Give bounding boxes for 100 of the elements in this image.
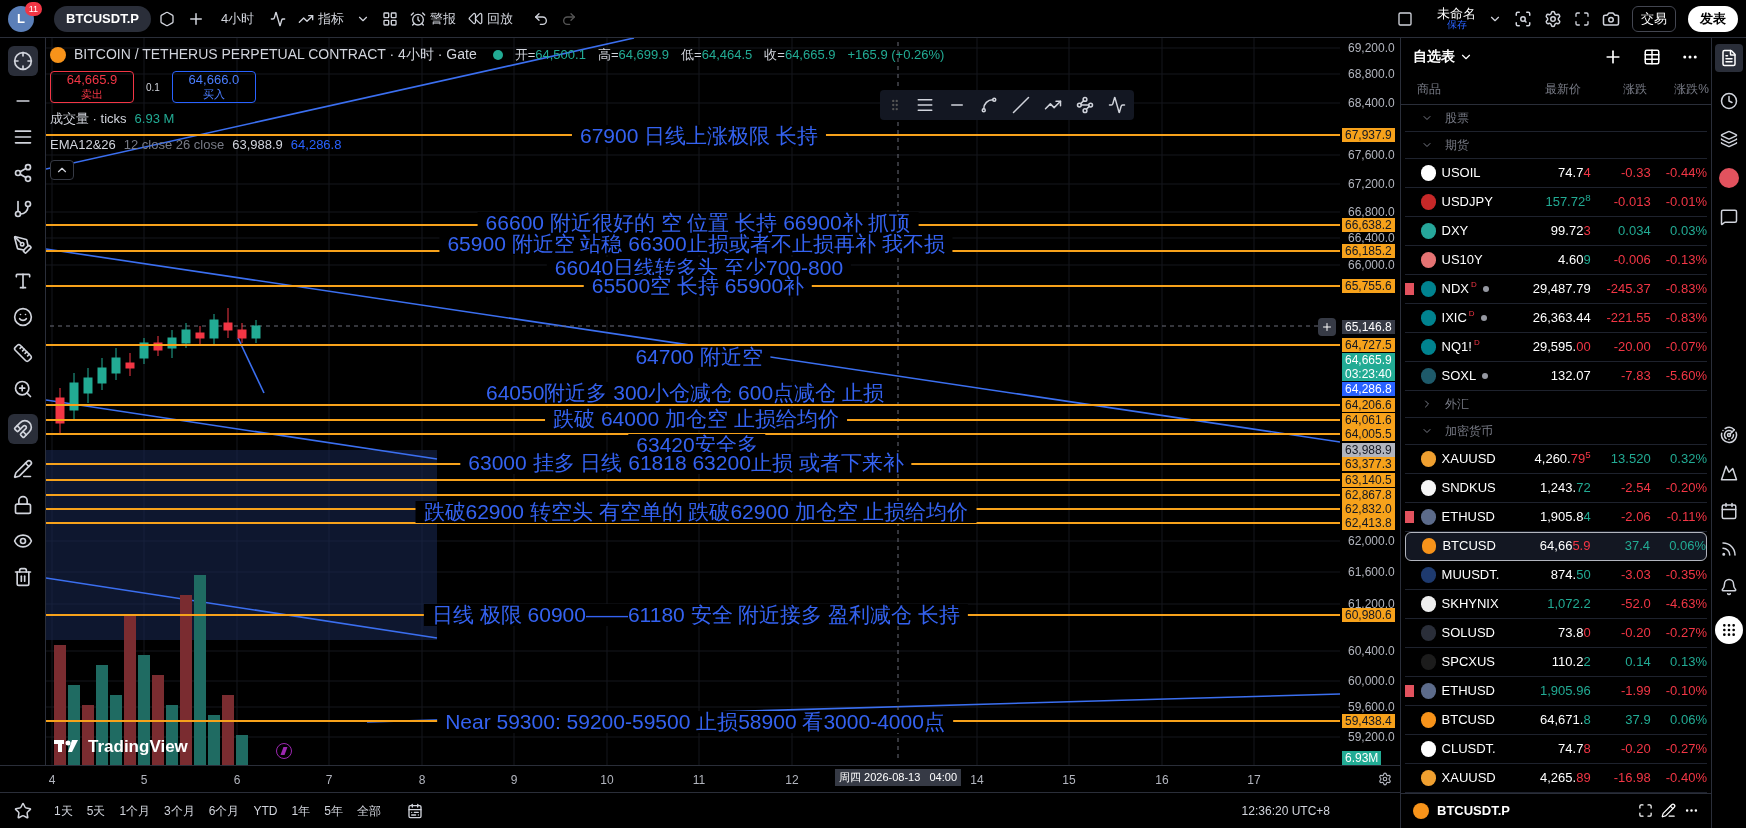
watchlist-row[interactable]: BTCUSD 64,665.9 37.4 0.06% (1405, 531, 1707, 561)
smiley-icon[interactable] (12, 307, 33, 327)
layers-icon[interactable] (1720, 130, 1738, 148)
watchlist-row[interactable]: BTCUSD 64,671.8 37.9 0.06% (1405, 705, 1707, 735)
trade-button[interactable]: 交易 (1632, 5, 1676, 32)
watchlist-row[interactable]: SNDKUS 1,243.72 -2.54 -0.20% (1405, 473, 1707, 503)
watchlist-row[interactable]: CLUSDT. 74.78 -0.20 -0.27% (1405, 734, 1707, 764)
indicators-button[interactable]: 指标 (298, 8, 345, 29)
camera-icon[interactable] (1602, 9, 1620, 28)
watchlist-row[interactable]: SOLUSD 73.80 -0.20 -0.27% (1405, 618, 1707, 648)
watchlist-row[interactable]: ETHUSD 1,905.96 -1.99 -0.10% (1405, 676, 1707, 706)
settings-icon[interactable] (1378, 772, 1392, 786)
range-button[interactable]: 1个月 (119, 801, 151, 820)
trend-line[interactable] (237, 337, 265, 394)
star-icon[interactable] (14, 801, 32, 820)
section-header[interactable]: 加密货币 (1405, 417, 1707, 445)
eye-icon[interactable] (12, 531, 33, 551)
buy-button[interactable]: 64,666.0 买入 (171, 71, 256, 103)
table-icon[interactable] (1643, 47, 1661, 66)
flag-icon[interactable] (1405, 684, 1414, 697)
chat-icon[interactable] (1720, 208, 1738, 226)
range-button[interactable]: 6个月 (208, 801, 240, 820)
fork-icon[interactable] (12, 199, 33, 219)
range-button[interactable]: 1年 (291, 801, 311, 820)
trend-line[interactable] (46, 399, 438, 460)
search-icon[interactable] (1514, 9, 1532, 28)
sell-button[interactable]: 64,665.9 卖出 (50, 71, 134, 103)
lock-icon[interactable] (12, 495, 33, 515)
watchlist-title[interactable]: 自选表 (1413, 46, 1455, 68)
watchlist-row[interactable]: MUUSDT. 874.50 -3.03 -0.35% (1405, 560, 1707, 590)
pen-icon[interactable] (12, 235, 33, 255)
collapse-button[interactable] (50, 160, 74, 180)
footer-symbol[interactable]: BTCUSDT.P (1437, 801, 1510, 821)
add-level-icon[interactable] (1318, 318, 1336, 336)
layout-icon[interactable] (1397, 10, 1413, 27)
fullscreen-icon[interactable] (1574, 10, 1590, 27)
column-header[interactable]: 最新价 (1529, 80, 1581, 99)
layout-name[interactable]: 未命名 (1437, 7, 1476, 20)
redo-icon[interactable] (561, 10, 578, 27)
edit-icon[interactable] (1661, 803, 1676, 819)
settings-icon[interactable] (1544, 9, 1562, 28)
watchlist-row[interactable]: US10Y 4.609 -0.006 -0.13% (1405, 245, 1707, 275)
nodes-icon[interactable] (1076, 96, 1094, 114)
indicator-name[interactable]: 成交量 · ticks (50, 109, 127, 129)
calendar-icon[interactable] (1720, 502, 1738, 520)
horizontal-lines-icon[interactable] (12, 127, 33, 147)
apps-icon[interactable] (1715, 616, 1743, 644)
publish-button[interactable]: 发表 (1688, 5, 1738, 32)
watchlist-row[interactable]: USDJPY 157.72$^{8}$ -0.013 -0.01% (1405, 187, 1707, 217)
clock-icon[interactable] (1720, 92, 1738, 110)
zoom-in-icon[interactable] (12, 379, 33, 399)
range-button[interactable]: 5天 (86, 801, 106, 820)
section-header[interactable]: 股票 (1405, 104, 1707, 132)
watchlist-row[interactable]: USOIL 74.74 -0.33 -0.44% (1405, 158, 1707, 188)
watchlist-icon[interactable] (1720, 49, 1738, 67)
undo-icon[interactable] (533, 10, 550, 27)
zigzag-icon[interactable] (1108, 96, 1126, 114)
nodes-icon[interactable] (12, 163, 33, 183)
interval-button[interactable]: 4小时 (216, 8, 259, 29)
watchlist-row[interactable]: XAUUSD 4,265.89 -16.98 -0.40% (1405, 763, 1707, 793)
trash-icon[interactable] (12, 567, 33, 587)
horizontal-lines-icon[interactable] (916, 96, 934, 114)
alert-button[interactable]: 警报 (410, 8, 457, 29)
range-button[interactable]: YTD (253, 801, 278, 820)
section-header[interactable]: 外汇 (1405, 390, 1707, 418)
expand-icon[interactable] (1638, 803, 1653, 819)
crosshair-icon[interactable] (12, 51, 33, 71)
user-avatar-icon[interactable] (1719, 168, 1739, 188)
column-header[interactable]: 商品 (1417, 80, 1529, 99)
bell-icon[interactable] (1720, 578, 1738, 596)
section-header[interactable]: 期货 (1405, 131, 1707, 159)
replay-button[interactable]: 回放 (468, 8, 514, 29)
watchlist-row[interactable]: XAUUSD 4,260.79$^{5}$ 13.520 0.32% (1405, 444, 1707, 474)
radar-icon[interactable] (1720, 426, 1738, 444)
range-button[interactable]: 3个月 (164, 801, 195, 820)
indicator-name[interactable]: EMA12&26 (50, 134, 116, 154)
watchlist-row[interactable]: SKHYNIX 1,072.2 -52.0 -4.63% (1405, 589, 1707, 619)
watchlist-row[interactable]: SOXL 132.07 -7.83 -5.60% (1405, 361, 1707, 391)
range-button[interactable]: 全部 (356, 801, 381, 820)
flag-icon[interactable] (1405, 282, 1414, 295)
date-range-icon[interactable] (406, 802, 423, 819)
symbol-button[interactable]: BTCUSDT.P (54, 5, 151, 32)
flag-icon[interactable] (1405, 510, 1414, 523)
mountain-icon[interactable] (1720, 464, 1738, 482)
magnet-icon[interactable] (12, 419, 33, 439)
range-button[interactable]: 1天 (54, 801, 73, 820)
watchlist-row[interactable]: ETHUSD 1,905.84 -2.06 -0.11% (1405, 502, 1707, 532)
templates-icon[interactable] (382, 10, 399, 27)
column-header[interactable]: 涨跌 (1581, 80, 1647, 99)
ruler-icon[interactable] (12, 343, 33, 363)
signal-icon[interactable] (1720, 540, 1738, 558)
watchlist-row[interactable]: DXY 99.723 0.034 0.03% (1405, 216, 1707, 246)
clock-text[interactable]: 12:36:20 UTC+8 (1241, 801, 1330, 820)
pencil-icon[interactable] (12, 459, 33, 479)
level-note: 65900 附近空 站稳 66300止损或者不止损再补 我不损 (439, 233, 953, 255)
watchlist-row[interactable]: SPCXUS 110.22 0.14 0.13% (1405, 647, 1707, 677)
diagonal-line-icon[interactable] (1012, 96, 1030, 114)
curve-icon[interactable] (980, 96, 998, 114)
column-header[interactable]: 涨跌% (1647, 80, 1709, 99)
range-button[interactable]: 5年 (324, 801, 343, 820)
